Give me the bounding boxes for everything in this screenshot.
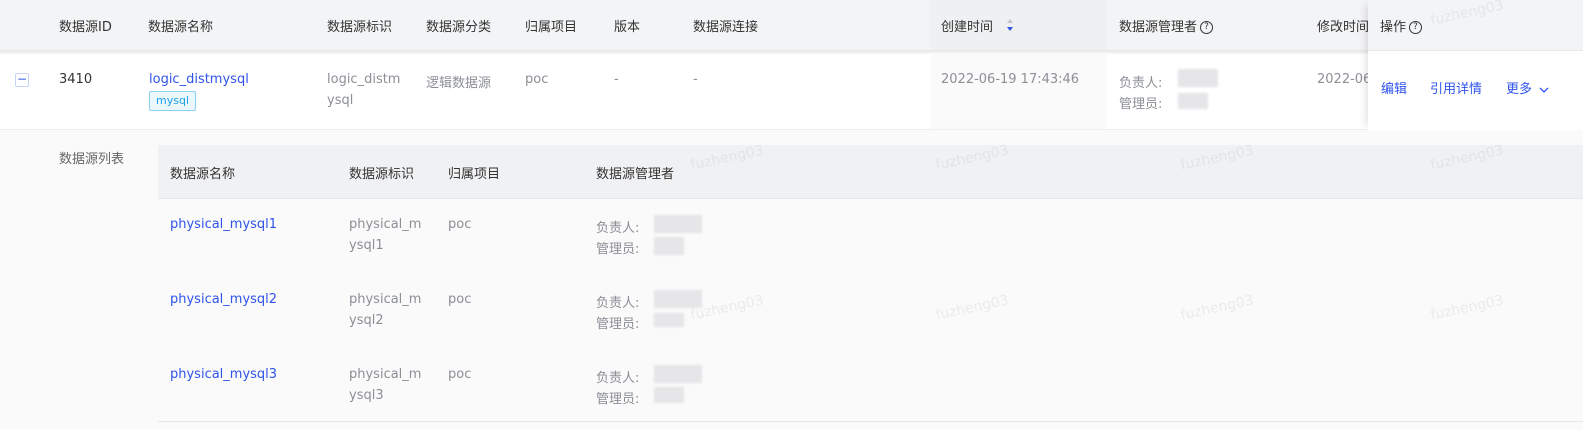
sub-admin-label: 管理员: bbox=[596, 242, 640, 257]
sub-owner-label: 负责人: bbox=[596, 371, 640, 386]
sub-admin-blur bbox=[654, 237, 684, 255]
sub-table-row: physical_mysql1 physical_m ysql1 poc 负责人… bbox=[158, 199, 1583, 274]
admin-avatar-blur bbox=[1178, 93, 1208, 109]
col-created[interactable]: 创建时间 bbox=[941, 16, 993, 35]
refs-link[interactable]: 引用详情 bbox=[1430, 78, 1482, 97]
owner-label: 负责人: bbox=[1119, 76, 1163, 91]
row-modified: 2022-06 bbox=[1317, 72, 1372, 87]
sub-table-header: 数据源名称 数据源标识 归属项目 数据源管理者 bbox=[158, 145, 1583, 199]
sub-name-link[interactable]: physical_mysql1 bbox=[170, 217, 277, 232]
sub-identifier-1: physical_m bbox=[349, 367, 422, 382]
chevron-down-icon bbox=[1539, 87, 1549, 93]
edit-link[interactable]: 编辑 bbox=[1381, 78, 1407, 97]
sub-col-manager: 数据源管理者 bbox=[596, 167, 675, 182]
sub-name-link[interactable]: physical_mysql3 bbox=[170, 367, 277, 382]
more-dropdown[interactable]: 更多 bbox=[1506, 78, 1549, 97]
sub-owner-blur bbox=[654, 365, 702, 383]
col-modified: 修改时间 bbox=[1317, 20, 1370, 35]
sub-owner-blur bbox=[654, 215, 702, 233]
row-created: 2022-06-19 17:43:46 bbox=[941, 72, 1080, 87]
sub-table-row: physical_mysql3 physical_m ysql3 poc 负责人… bbox=[158, 347, 1583, 422]
row-id: 3410 bbox=[59, 72, 93, 87]
col-name: 数据源名称 bbox=[148, 20, 214, 35]
col-category: 数据源分类 bbox=[426, 20, 492, 35]
ops-header: 操作? bbox=[1368, 0, 1583, 51]
sub-owner-blur bbox=[654, 290, 702, 308]
sub-col-project: 归属项目 bbox=[448, 167, 501, 182]
sub-project: poc bbox=[448, 367, 472, 382]
sub-admin-label: 管理员: bbox=[596, 317, 640, 332]
sub-admin-blur bbox=[654, 313, 684, 327]
sub-owner-label: 负责人: bbox=[596, 296, 640, 311]
row-project: poc bbox=[525, 72, 549, 87]
sub-identifier-1: physical_m bbox=[349, 217, 422, 232]
sub-col-identifier: 数据源标识 bbox=[349, 167, 415, 182]
sub-name-link[interactable]: physical_mysql2 bbox=[170, 292, 277, 307]
sub-col-name: 数据源名称 bbox=[170, 167, 236, 182]
col-id: 数据源ID bbox=[59, 20, 112, 35]
sub-owner-label: 负责人: bbox=[596, 221, 640, 236]
created-cell-bg bbox=[930, 55, 1107, 129]
row-identifier-1: logic_distm bbox=[327, 72, 401, 87]
sub-table-row: physical_mysql2 physical_m ysql2 poc 负责人… bbox=[158, 273, 1583, 348]
row-identifier-2: ysql bbox=[327, 93, 354, 108]
sub-identifier-2: ysql3 bbox=[349, 388, 384, 403]
sub-identifier-2: ysql1 bbox=[349, 238, 384, 253]
sub-project: poc bbox=[448, 292, 472, 307]
help-icon[interactable]: ? bbox=[1409, 21, 1423, 34]
col-version: 版本 bbox=[614, 20, 641, 35]
sub-admin-label: 管理员: bbox=[596, 392, 640, 407]
row-connection: - bbox=[693, 72, 698, 87]
row-version: - bbox=[614, 72, 619, 87]
sub-section-label: 数据源列表 bbox=[59, 152, 125, 167]
owner-avatar-blur bbox=[1178, 69, 1218, 87]
collapse-button[interactable]: − bbox=[15, 73, 29, 87]
admin-label: 管理员: bbox=[1119, 97, 1163, 112]
sort-icon[interactable] bbox=[1006, 18, 1014, 32]
col-project: 归属项目 bbox=[525, 20, 578, 35]
help-icon[interactable]: ? bbox=[1200, 21, 1214, 34]
sub-identifier-1: physical_m bbox=[349, 292, 422, 307]
row-category: 逻辑数据源 bbox=[426, 76, 492, 91]
sub-identifier-2: ysql2 bbox=[349, 313, 384, 328]
sub-admin-blur bbox=[654, 387, 684, 403]
row-name-link[interactable]: logic_distmysql bbox=[149, 72, 249, 87]
col-ops: 操作? bbox=[1380, 16, 1423, 35]
table-row: 3410 bbox=[0, 55, 1583, 130]
col-manager: 数据源管理者? bbox=[1119, 16, 1214, 35]
col-connection: 数据源连接 bbox=[693, 20, 759, 35]
col-identifier: 数据源标识 bbox=[327, 20, 393, 35]
sub-project: poc bbox=[448, 217, 472, 232]
type-tag: mysql bbox=[149, 91, 196, 111]
